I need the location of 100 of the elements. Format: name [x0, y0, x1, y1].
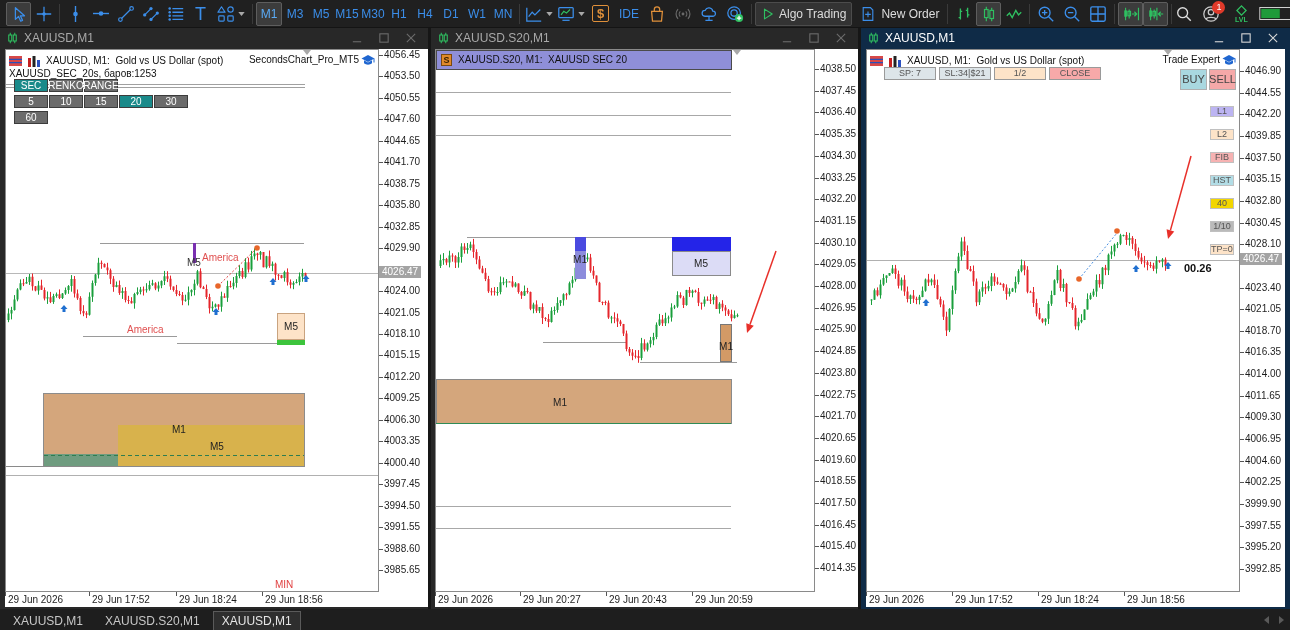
price-label: 4038.75 [384, 178, 421, 190]
time-label: 29 Jun 2026 [438, 594, 494, 606]
zone-bar [277, 340, 305, 345]
period-button[interactable]: 5 [14, 95, 48, 108]
price-label: 4036.40 [820, 106, 857, 118]
timeframe-button[interactable]: H1 [386, 1, 412, 26]
candlestick-icon [869, 32, 878, 44]
price-label: 4023.40 [1245, 282, 1282, 294]
search-icon[interactable] [1175, 4, 1194, 23]
period-button[interactable]: 15 [84, 95, 118, 108]
timeframe-button[interactable]: M5 [308, 1, 334, 26]
timeframe-button[interactable]: D1 [438, 1, 464, 26]
mode-button[interactable]: RENKO [49, 79, 83, 92]
panel-button[interactable]: SL:34|$21 [939, 67, 991, 80]
trend-line-icon [116, 4, 135, 23]
period-button[interactable]: 10 [49, 95, 83, 108]
ide-button[interactable]: IDE [614, 4, 644, 23]
period-button[interactable]: 30 [154, 95, 188, 108]
price-label: 4030.45 [1245, 217, 1282, 229]
price-label: 4053.50 [384, 70, 421, 82]
dot-icon [1076, 276, 1082, 282]
chart-shift-button[interactable] [1143, 1, 1169, 26]
bar-chart-icon [889, 55, 901, 67]
price-label: 4050.55 [384, 92, 421, 104]
shopping-bag-icon[interactable] [648, 4, 666, 23]
time-label: 29 Jun 17:52 [92, 594, 150, 606]
time-label: 29 Jun 18:24 [179, 594, 237, 606]
chart-tab[interactable]: XAUUSD,M1 [4, 611, 92, 630]
panel-button[interactable]: CLOSE [1049, 67, 1101, 80]
price-label: 4006.30 [384, 414, 421, 426]
up-arrow-icon [1164, 262, 1172, 269]
up-arrow-icon [269, 278, 277, 285]
price-label: 4022.75 [820, 389, 857, 401]
price-label: 4006.95 [1245, 433, 1282, 445]
algo-trading-button[interactable]: Algo Trading [755, 1, 853, 26]
vertical-line-icon [73, 5, 78, 22]
pointer-tool-button[interactable] [6, 1, 31, 26]
chart-tab[interactable]: XAUUSD,M1 [212, 611, 301, 630]
candlestick-icon [8, 32, 17, 44]
timeframe-button[interactable]: M3 [282, 1, 308, 26]
price-label: 4029.90 [384, 242, 421, 254]
scroll-right-icon[interactable] [1279, 615, 1284, 624]
zone-box [277, 313, 305, 340]
table-icon [870, 56, 883, 66]
candlestick-button[interactable] [976, 1, 1002, 26]
tile-grid-icon[interactable] [1089, 4, 1108, 23]
radar-plus-icon[interactable] [726, 4, 744, 23]
price-label: 4024.85 [820, 345, 857, 357]
caret-icon[interactable] [546, 11, 553, 16]
price-label: 4015.15 [384, 349, 421, 361]
countdown-label: 00.26 [1184, 262, 1212, 274]
text-tool-button[interactable]: T [188, 1, 213, 26]
side-panel-button[interactable]: TP=0 [1210, 244, 1234, 255]
crosshair-icon [34, 4, 53, 23]
period-button[interactable]: 60 [14, 111, 48, 124]
period-button[interactable]: 20 [119, 95, 153, 108]
time-label: 29 Jun 18:24 [1041, 594, 1099, 606]
panel-button[interactable]: 1/2 [994, 67, 1046, 80]
timeframe-button[interactable]: MN [490, 1, 516, 26]
zoom-in-icon[interactable] [1037, 4, 1056, 23]
new-order-button[interactable]: New Order [855, 1, 945, 26]
mode-button[interactable]: SEC [14, 79, 48, 92]
side-panel-button[interactable]: 1/10 [1210, 221, 1234, 232]
trade-button[interactable]: SELL [1209, 69, 1236, 90]
market-button[interactable]: $ [592, 5, 609, 22]
diamond-icon[interactable] [1234, 4, 1248, 16]
zone-label: M5 [694, 258, 708, 269]
shift-marker-icon [303, 50, 311, 55]
timeframe-button[interactable]: H4 [412, 1, 438, 26]
timeframe-button[interactable]: M1 [256, 1, 282, 26]
connection-meter-icon [1259, 7, 1290, 20]
trade-button[interactable]: BUY [1180, 69, 1207, 90]
panel-button[interactable]: SP: 7 [884, 67, 936, 80]
timeframe-button[interactable]: M30 [360, 1, 386, 26]
scroll-left-icon[interactable] [1264, 615, 1269, 624]
price-label: 4046.90 [1245, 65, 1282, 77]
side-panel-button[interactable]: FIB [1210, 152, 1234, 163]
monitor-chart-icon[interactable] [557, 4, 575, 23]
play-icon [761, 6, 775, 21]
price-label: 4032.80 [1245, 195, 1282, 207]
cloud-icon[interactable] [700, 4, 718, 23]
current-price-label: 4026.47 [379, 266, 422, 278]
up-arrow-icon [922, 299, 930, 306]
profile-icon[interactable] [1202, 4, 1221, 23]
chart-tab[interactable]: XAUUSD.S20,M1 [96, 611, 209, 630]
autoscroll-button[interactable] [1118, 1, 1144, 26]
mode-button[interactable]: RANGE [84, 79, 118, 92]
side-panel-button[interactable]: HST [1210, 175, 1234, 186]
side-panel-button[interactable]: L1 [1210, 106, 1234, 117]
side-panel-button[interactable]: L2 [1210, 129, 1234, 140]
caret-icon[interactable] [578, 11, 585, 16]
channel-icon [141, 4, 160, 23]
side-panel-button[interactable]: 40 [1210, 198, 1234, 209]
timeframe-button[interactable]: W1 [464, 1, 490, 26]
price-label: 4031.15 [820, 215, 857, 227]
price-label: 4000.40 [384, 457, 421, 469]
zone-label: M1 [172, 424, 186, 435]
price-label: 4018.55 [820, 475, 857, 487]
zoom-out-icon[interactable] [1063, 4, 1082, 23]
timeframe-button[interactable]: M15 [334, 1, 360, 26]
